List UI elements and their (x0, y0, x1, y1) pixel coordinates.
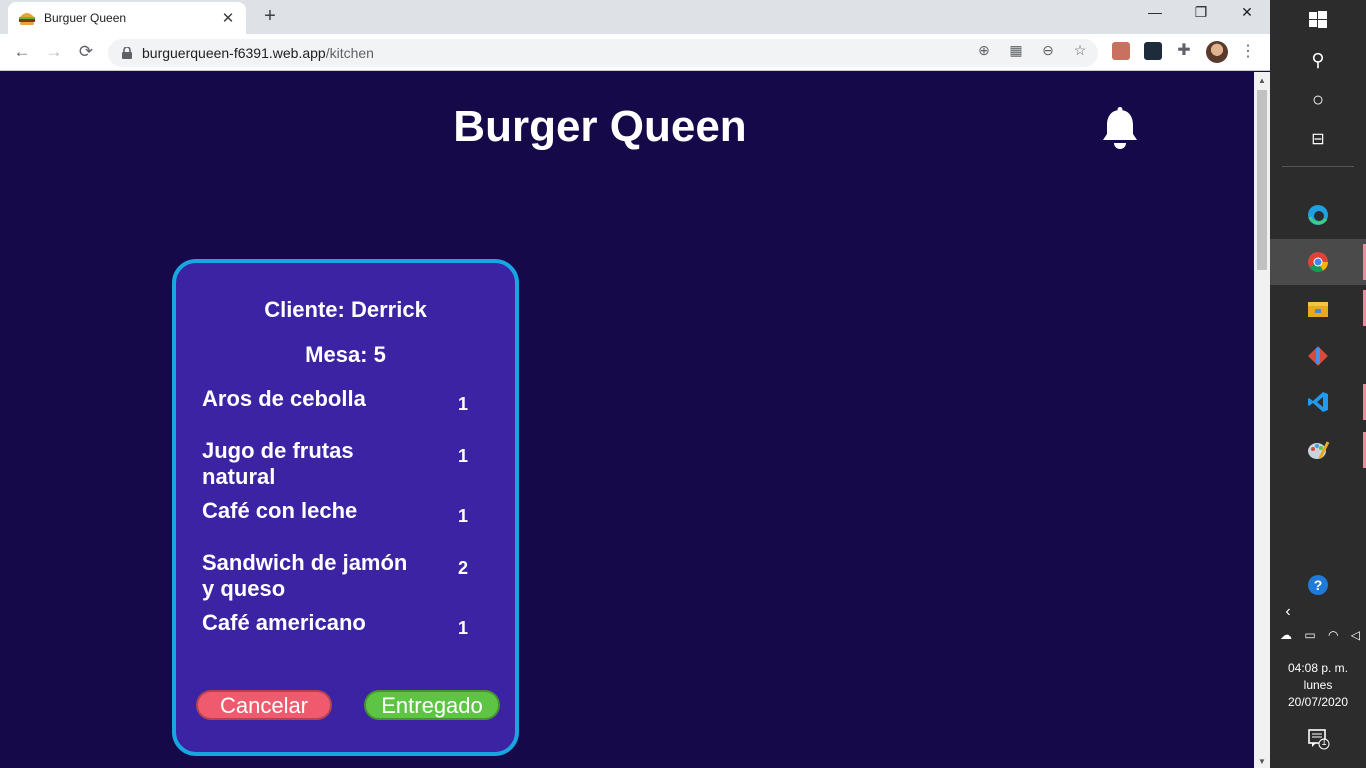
clock-time: 04:08 p. m. (1287, 661, 1349, 675)
react-devtools-icon[interactable] (1144, 42, 1162, 60)
item-quantity: 1 (458, 618, 469, 638)
edge-icon[interactable] (1306, 203, 1330, 227)
lock-icon (122, 47, 132, 59)
file-explorer-icon[interactable] (1306, 297, 1330, 321)
page-scrollbar[interactable]: ▲ ▼ (1254, 72, 1270, 768)
tab-title: Burguer Queen (44, 11, 127, 25)
clock-day: lunes (1303, 678, 1333, 692)
delivered-button[interactable]: Entregado (364, 690, 500, 720)
notification-center-icon[interactable]: 1 (1306, 728, 1330, 750)
item-quantity: 1 (458, 446, 469, 466)
url-host: burguerqueen-f6391.web.app (142, 45, 326, 61)
kitchen-page: Burger Queen Cliente: Derrick Mesa: 5 Ar… (0, 72, 1254, 768)
burger-favicon-icon (19, 13, 35, 25)
add-icon[interactable]: ⊕ (974, 40, 994, 60)
scroll-down-icon[interactable]: ▼ (1258, 757, 1266, 766)
battery-icon[interactable]: ▭ (1304, 628, 1315, 642)
url-path: /kitchen (325, 45, 374, 61)
restore-button[interactable]: ❐ (1178, 4, 1224, 21)
translate-icon[interactable]: ▦ (1006, 40, 1026, 60)
taskbar-separator (1282, 166, 1354, 167)
search-icon[interactable]: ⚲ (1306, 48, 1330, 72)
browser-toolbar: ← → ⟳ burguerqueen-f6391.web.app/kitchen… (0, 34, 1270, 71)
cancel-button[interactable]: Cancelar (196, 690, 332, 720)
task-view-icon[interactable]: ⊟ (1306, 128, 1330, 152)
address-bar[interactable]: burguerqueen-f6391.web.app/kitchen (108, 39, 1098, 67)
forward-button[interactable]: → (42, 41, 66, 63)
item-quantity: 2 (458, 558, 469, 578)
system-tray: ☁ ▭ ◠ ◁ (1280, 628, 1360, 642)
bookmark-star-icon[interactable]: ☆ (1070, 40, 1090, 60)
bell-icon[interactable] (1100, 106, 1140, 150)
help-icon[interactable]: ? (1306, 573, 1330, 597)
vscode-icon[interactable] (1306, 390, 1330, 414)
git-icon[interactable] (1306, 344, 1330, 368)
page-title: Burger Queen (453, 102, 747, 151)
scrollbar-thumb[interactable] (1257, 90, 1267, 270)
windows-start-icon[interactable] (1306, 8, 1330, 32)
tab-close-icon[interactable]: ✕ (220, 9, 236, 27)
wifi-icon[interactable]: ◠ (1328, 628, 1338, 642)
notification-count: 1 (1321, 737, 1327, 747)
table-number: Mesa: 5 (305, 342, 386, 367)
onedrive-icon[interactable]: ☁ (1280, 628, 1292, 642)
item-quantity: 1 (458, 506, 469, 526)
volume-icon[interactable]: ◁ (1351, 628, 1360, 642)
order-card: Cliente: Derrick Mesa: 5 Aros de cebolla… (172, 259, 519, 756)
url-text: burguerqueen-f6391.web.app/kitchen (142, 45, 374, 61)
item-quantity: 1 (458, 394, 469, 414)
zoom-out-icon[interactable]: ⊖ (1038, 40, 1058, 60)
paint-icon[interactable] (1306, 438, 1330, 462)
windows-taskbar: ⚲ ○ ⊟ ? ‹ ☁ ▭ ◠ ◁ 04:08 p. m. lunes 20/0… (1270, 0, 1366, 768)
item-name: Sandwich de jamón y queso (202, 550, 408, 601)
new-tab-button[interactable]: + (258, 5, 282, 28)
client-name: Cliente: Derrick (264, 297, 427, 322)
item-name: Aros de cebolla (202, 386, 366, 411)
show-hidden-icons-chevron-icon[interactable]: ‹ (1276, 600, 1300, 624)
svg-text:?: ? (1314, 577, 1323, 593)
browser-menu-icon[interactable]: ⋮ (1240, 41, 1256, 63)
item-name: Café con leche (202, 498, 358, 523)
browser-tab-bar: Burguer Queen ✕ + — ❐ ✕ (0, 0, 1270, 34)
clock-date: 20/07/2020 (1287, 695, 1349, 709)
browser-tab[interactable]: Burguer Queen ✕ (8, 2, 246, 34)
chrome-icon[interactable] (1306, 250, 1330, 274)
close-window-button[interactable]: ✕ (1224, 4, 1270, 21)
item-name: Café americano (202, 610, 366, 635)
back-button[interactable]: ← (10, 41, 34, 63)
scroll-up-icon[interactable]: ▲ (1258, 76, 1266, 85)
extensions-icon[interactable]: ✚ (1174, 41, 1194, 61)
reload-button[interactable]: ⟳ (74, 41, 98, 63)
system-clock[interactable]: 04:08 p. m. lunes 20/07/2020 (1270, 660, 1366, 711)
cortana-icon[interactable]: ○ (1306, 88, 1330, 112)
minimize-button[interactable]: — (1132, 4, 1178, 20)
pdf-extension-icon[interactable] (1112, 42, 1130, 60)
profile-avatar[interactable] (1206, 41, 1228, 63)
item-name: Jugo de frutas natural (202, 438, 354, 489)
